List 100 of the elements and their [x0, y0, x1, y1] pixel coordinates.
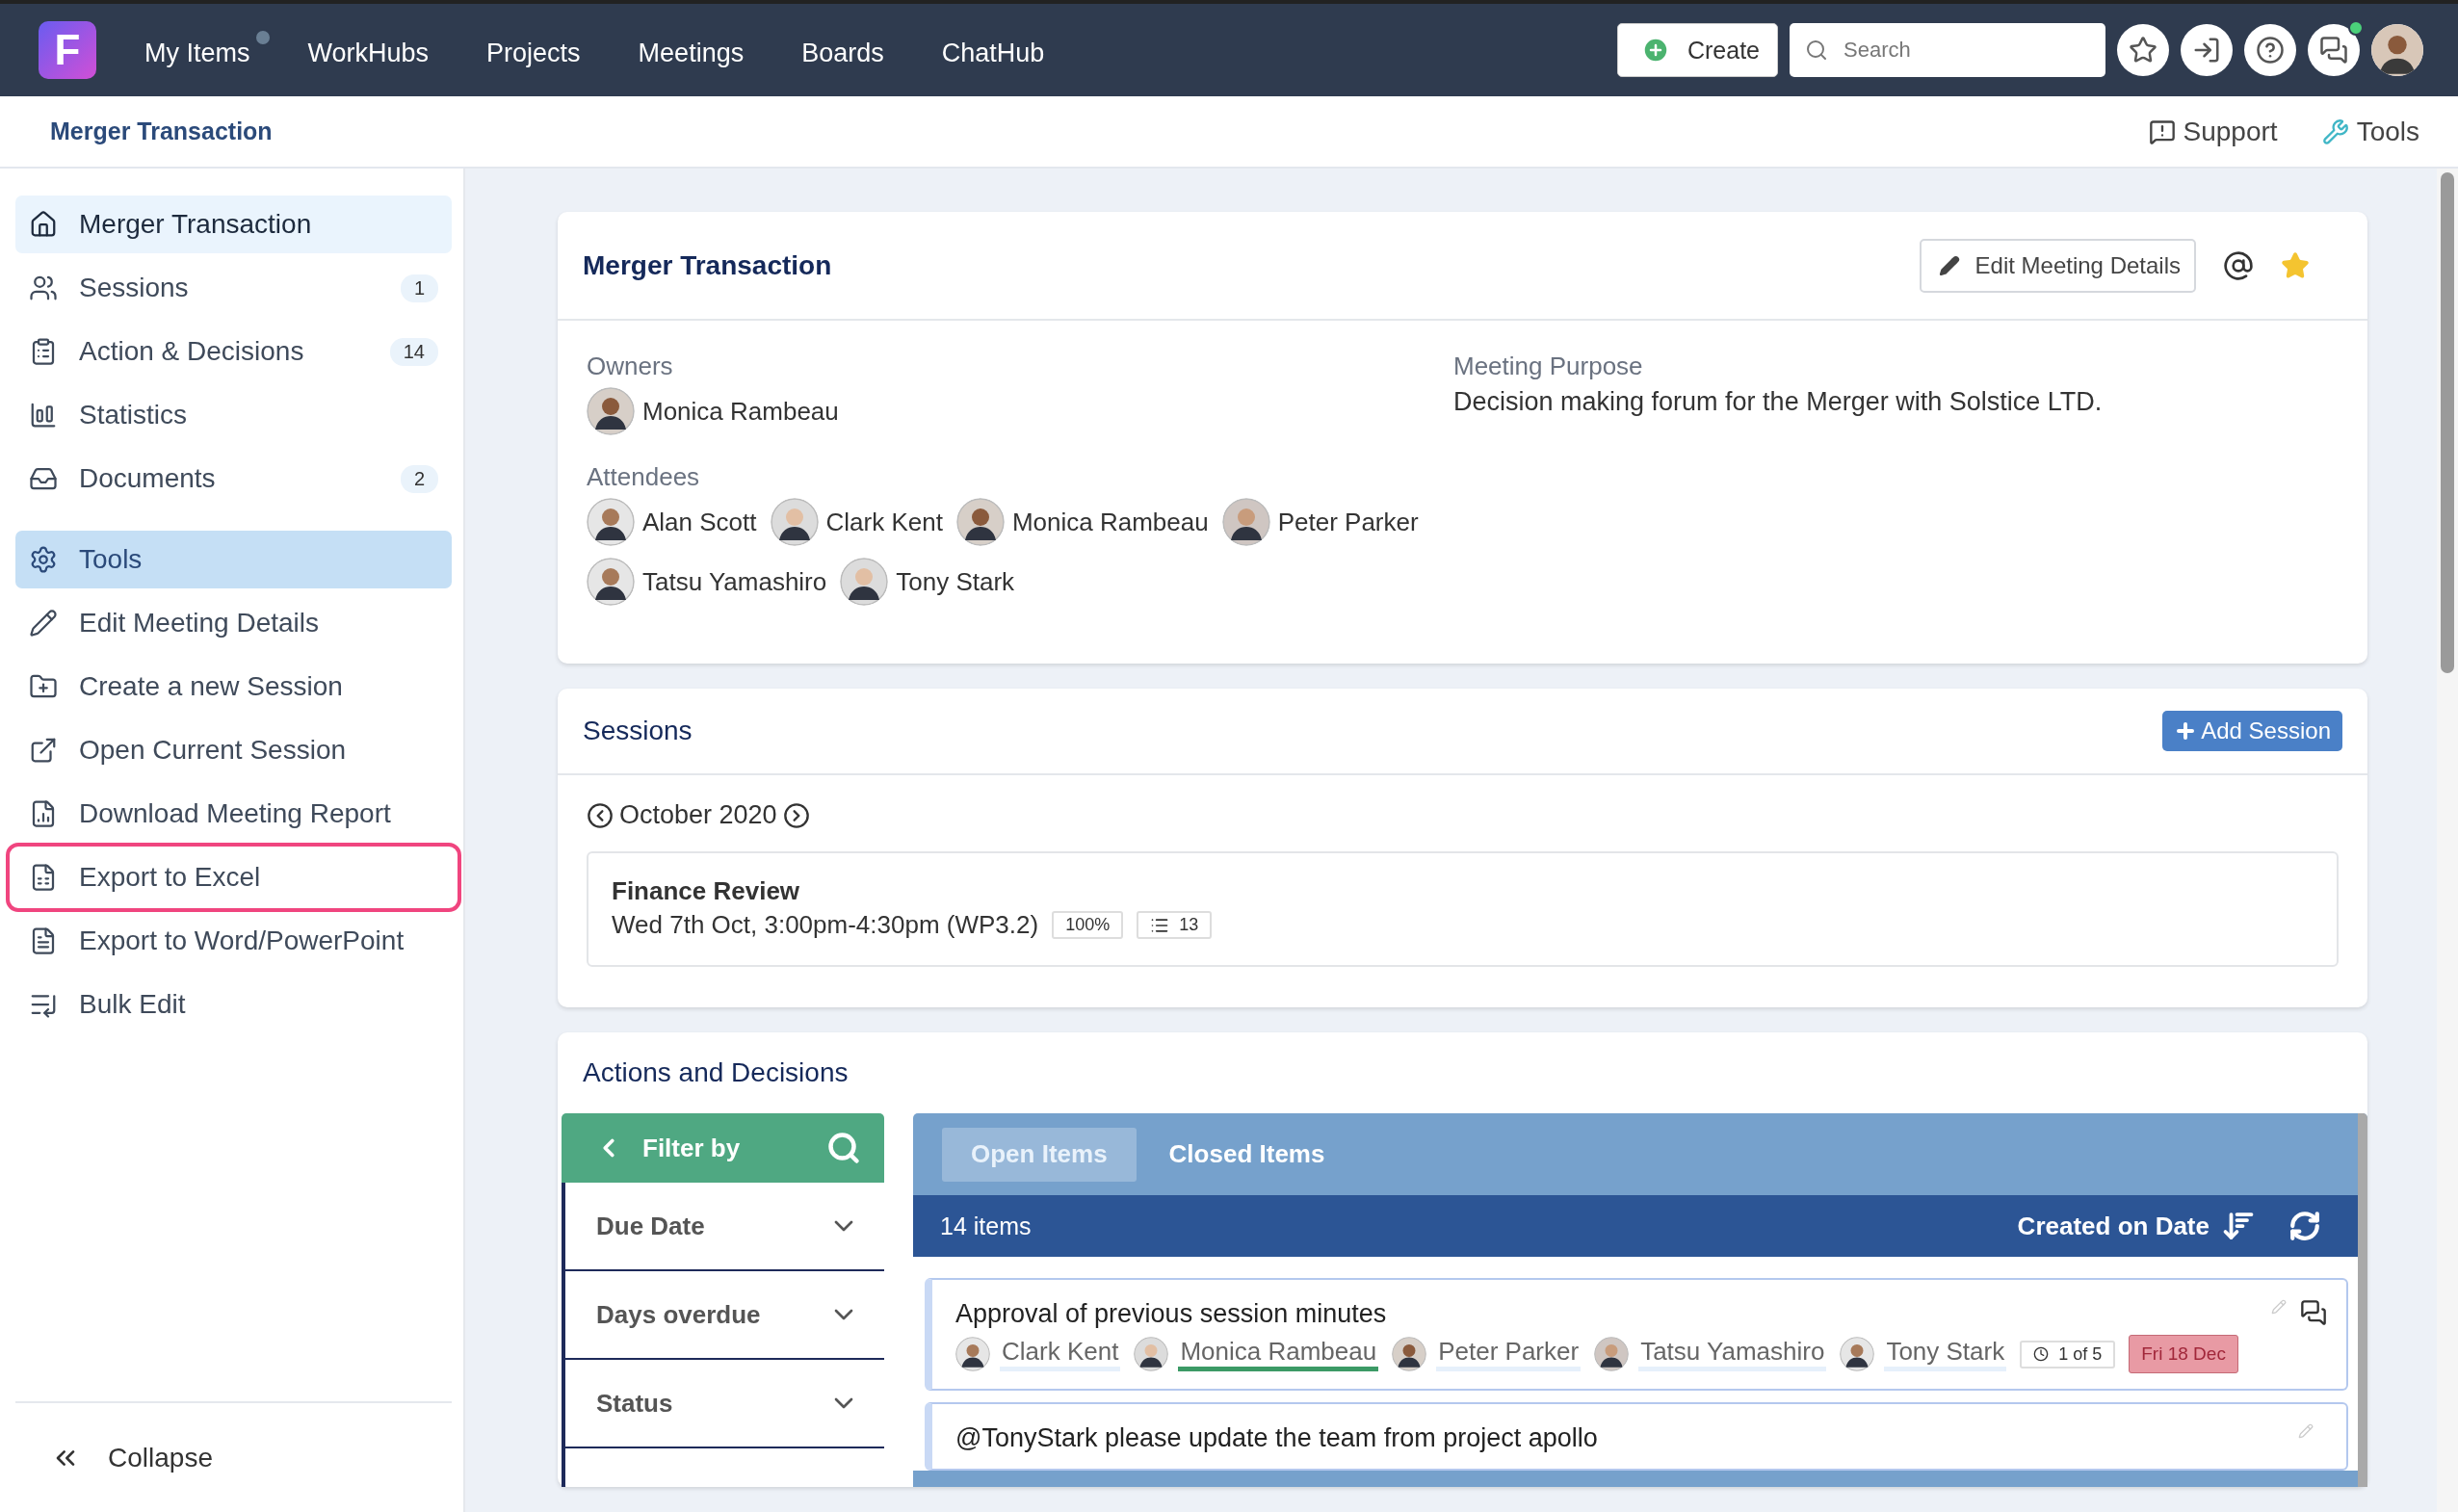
attendee-name: Tatsu Yamashiro — [642, 566, 827, 597]
house-icon — [29, 210, 58, 239]
avatar — [587, 558, 635, 606]
count-badge: 2 — [400, 464, 438, 493]
sort-button[interactable]: Created on Date — [2017, 1209, 2256, 1243]
card-title: Actions and Decisions — [583, 1057, 849, 1088]
avatar — [770, 498, 819, 546]
chat-icon[interactable] — [2308, 24, 2360, 76]
nav-link[interactable]: My Items — [144, 28, 272, 72]
sidebar-item[interactable]: Export to Word/PowerPoint — [15, 912, 452, 970]
attendee-name: Clark Kent — [825, 507, 943, 537]
comments-icon — [2300, 1299, 2327, 1326]
help-icon[interactable] — [2244, 24, 2296, 76]
avatar — [1594, 1337, 1630, 1371]
assignee-name: Tatsu Yamashiro — [1638, 1337, 1827, 1371]
item-count-tag: 13 — [1137, 911, 1213, 939]
sidebar-item[interactable]: Download Meeting Report — [15, 785, 452, 843]
meeting-purpose: Decision making forum for the Merger with Solstice LTD. — [1453, 387, 2104, 417]
action-item[interactable]: Approval of previous session minutes Clark Kent Monica Rambeau Peter Parker Tatsu Yamashiro Tony Stark 1 of 5 Fri 18 Dec — [925, 1278, 2348, 1391]
sidebar-item[interactable]: Action & Decisions 14 — [15, 323, 452, 380]
nav-link[interactable]: WorkHubs — [307, 28, 451, 72]
filter-dropdown[interactable]: Days overdue — [562, 1271, 884, 1360]
sidebar-item[interactable]: Statistics — [15, 386, 452, 444]
search-icon — [826, 1131, 861, 1165]
pencil-icon — [2271, 1299, 2287, 1315]
avatar — [955, 1337, 990, 1371]
filter-title: Filter by — [642, 1133, 742, 1163]
sidebar-item[interactable]: Export to Excel — [12, 848, 456, 906]
scrollbar[interactable] — [2358, 1113, 2367, 1487]
session-time: Wed 7th Oct, 3:00pm-4:30pm (WP3.2) — [612, 910, 1039, 940]
nav-link[interactable]: Boards — [801, 28, 905, 72]
field-label: Owners — [587, 352, 674, 381]
count-badge: 14 — [389, 337, 438, 366]
star-icon[interactable] — [2281, 250, 2310, 280]
session-card[interactable]: Finance Review Wed 7th Oct, 3:00pm-4:30pm (WP3.2) 100% 13 — [587, 851, 2339, 967]
nav-link[interactable]: ChatHub — [941, 28, 1066, 72]
attendee-name: Peter Parker — [1277, 507, 1419, 537]
assignee-name: Peter Parker — [1436, 1337, 1582, 1371]
sidebar-item[interactable]: Edit Meeting Details — [15, 594, 452, 652]
app-logo[interactable]: F — [39, 21, 96, 79]
settings-icon — [29, 545, 58, 574]
avatar — [1840, 1337, 1875, 1371]
attendee-name: Monica Rambeau — [1011, 507, 1209, 537]
attendee-name: Alan Scott — [642, 507, 757, 537]
due-date-tag: Fri 18 Dec — [2129, 1335, 2238, 1373]
session-title: Finance Review — [612, 876, 801, 906]
avatar — [1134, 1337, 1169, 1371]
assignee-name: Clark Kent — [1000, 1337, 1121, 1371]
item-count: 14 items — [940, 1212, 1033, 1240]
mention-icon[interactable] — [2223, 249, 2254, 281]
scrollbar[interactable] — [2437, 169, 2458, 1512]
wrench-icon — [2321, 117, 2349, 145]
next-month-icon[interactable] — [782, 801, 810, 829]
nav-link[interactable]: Meetings — [638, 28, 766, 72]
avatar — [587, 498, 635, 546]
sign-in-icon[interactable] — [2181, 24, 2233, 76]
item-title: Approval of previous session minutes — [955, 1299, 1388, 1329]
sidebar-item[interactable]: Merger Transaction — [15, 196, 452, 253]
action-item[interactable]: @TonyStark please update the team from project apollo — [925, 1402, 2348, 1471]
filter-dropdown[interactable]: Due Date — [562, 1183, 884, 1271]
sidebar-item[interactable]: Tools — [15, 531, 452, 588]
field-label: Meeting Purpose — [1453, 352, 1644, 381]
clock-icon — [2033, 1346, 2050, 1362]
search-field[interactable]: Search — [1790, 23, 2105, 77]
breadcrumb-title: Merger Transaction — [50, 117, 273, 145]
add-session-button[interactable]: Add Session — [2162, 711, 2342, 751]
pencil-icon — [2298, 1423, 2314, 1439]
card-title: Merger Transaction — [583, 249, 832, 281]
bar-chart-icon — [29, 401, 58, 430]
progress-tag: 1 of 5 — [2020, 1340, 2116, 1369]
nav-link[interactable]: Projects — [486, 28, 602, 72]
user-avatar[interactable] — [2371, 24, 2423, 76]
collapse-button[interactable]: Collapse — [50, 1442, 213, 1473]
tools-link[interactable]: Tools — [2321, 116, 2419, 147]
count-badge: 1 — [400, 274, 438, 302]
sidebar-item[interactable]: Documents 2 — [15, 450, 452, 508]
avatar — [955, 498, 1005, 546]
sidebar-item[interactable]: Bulk Edit — [15, 976, 452, 1033]
pencil-icon — [29, 609, 58, 638]
field-label: Attendees — [587, 462, 701, 492]
assignee-name: Monica Rambeau — [1178, 1337, 1379, 1371]
filter-dropdown[interactable]: Status — [562, 1360, 884, 1448]
refresh-icon[interactable] — [2288, 1210, 2321, 1242]
avatar — [1221, 498, 1270, 546]
edit-meeting-button[interactable]: Edit Meeting Details — [1919, 238, 2196, 293]
avatar — [587, 387, 635, 435]
pencil-icon — [1938, 254, 1960, 276]
support-link[interactable]: Support — [2148, 116, 2278, 147]
avatar — [1392, 1337, 1427, 1371]
search-icon — [1805, 39, 1828, 62]
create-button[interactable]: Create — [1616, 23, 1778, 77]
sidebar-item[interactable]: Create a new Session — [15, 658, 452, 716]
people-icon — [29, 274, 58, 302]
card-title: Sessions — [583, 716, 693, 746]
previous-month-icon[interactable] — [587, 801, 614, 829]
sidebar-item[interactable]: Sessions 1 — [15, 259, 452, 317]
sidebar-item[interactable]: Open Current Session — [15, 721, 452, 779]
external-link-icon — [29, 736, 58, 765]
attendee-name: Tony Stark — [896, 566, 1015, 597]
assignee-name: Tony Stark — [1884, 1337, 2007, 1371]
